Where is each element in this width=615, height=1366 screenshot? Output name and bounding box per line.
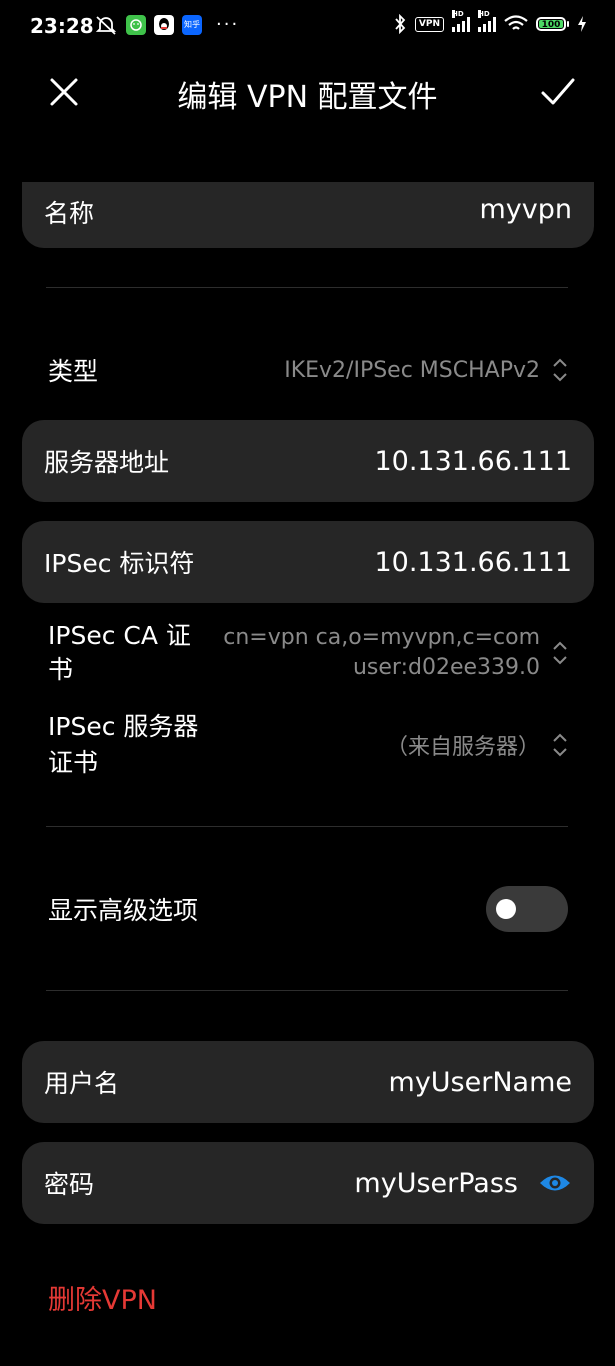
wechat-icon [126, 14, 146, 35]
advanced-options-label: 显示高级选项 [48, 896, 199, 925]
divider [46, 287, 568, 288]
mute-icon [95, 15, 117, 35]
qq-icon [154, 14, 174, 35]
bluetooth-icon [395, 14, 406, 34]
ipsec-ca-cert-label: IPSec CA 证 书 [48, 621, 191, 684]
type-label: 类型 [48, 357, 99, 386]
signal-icon: HD [452, 10, 470, 32]
page-title: 编辑 VPN 配置文件 [177, 80, 438, 115]
name-label: 名称 [44, 199, 95, 228]
up-down-chevron-icon [553, 641, 567, 665]
divider [46, 990, 568, 991]
ipsec-server-cert-value: （来自服务器） [385, 735, 540, 760]
zhihu-icon: 知乎 [182, 14, 202, 35]
server-address-label: 服务器地址 [44, 448, 170, 477]
battery-icon: 100 [536, 17, 569, 31]
battery-level: 100 [539, 20, 563, 30]
password-field[interactable]: 密码 myUserPass [22, 1142, 594, 1224]
eye-icon[interactable] [538, 1172, 572, 1194]
more-dots-icon: ··· [216, 14, 240, 35]
check-icon[interactable] [538, 72, 578, 112]
name-card-clip [0, 140, 615, 182]
ipsec-server-cert-selector[interactable]: IPSec 服务器 证书 （来自服务器） [48, 710, 570, 780]
ipsec-identifier-value[interactable]: 10.131.66.111 [374, 547, 572, 578]
server-address-field[interactable]: 服务器地址 10.131.66.111 [22, 420, 594, 502]
up-down-chevron-icon [553, 733, 567, 757]
divider [46, 826, 568, 827]
username-value[interactable]: myUserName [389, 1067, 572, 1098]
ipsec-server-cert-label: IPSec 服务器 证书 [48, 712, 199, 777]
vpn-icon: VPN [414, 16, 444, 32]
server-address-value[interactable]: 10.131.66.111 [374, 446, 572, 477]
username-label: 用户名 [44, 1069, 120, 1098]
status-left-icons: 知乎 ··· [94, 14, 239, 35]
up-down-chevron-icon [553, 358, 567, 382]
advanced-options-row: 显示高级选项 [48, 886, 570, 932]
status-time: 23:28 [30, 14, 94, 38]
advanced-options-toggle[interactable] [486, 886, 568, 932]
password-value[interactable]: myUserPass [354, 1168, 518, 1199]
ipsec-identifier-label: IPSec 标识符 [44, 549, 195, 578]
toggle-knob [496, 899, 516, 919]
password-label: 密码 [44, 1170, 95, 1199]
wifi-icon [504, 15, 528, 30]
name-value[interactable]: myvpn [479, 194, 572, 225]
ipsec-ca-cert-selector[interactable]: IPSec CA 证 书 cn=vpn ca,o=myvpn,c=com use… [48, 618, 570, 688]
signal-icon: HD [478, 10, 496, 32]
delete-vpn-button[interactable]: 删除VPN [48, 1278, 157, 1317]
username-field[interactable]: 用户名 myUserName [22, 1041, 594, 1123]
type-value: IKEv2/IPSec MSCHAPv2 [284, 357, 540, 383]
ipsec-ca-cert-value: cn=vpn ca,o=myvpn,c=com user:d02ee339.0 [223, 625, 540, 680]
charging-icon [578, 16, 586, 32]
status-right-icons: VPN HD HD 100 [393, 10, 587, 34]
ipsec-identifier-field[interactable]: IPSec 标识符 10.131.66.111 [22, 521, 594, 603]
type-selector[interactable]: 类型 IKEv2/IPSec MSCHAPv2 [48, 350, 570, 390]
